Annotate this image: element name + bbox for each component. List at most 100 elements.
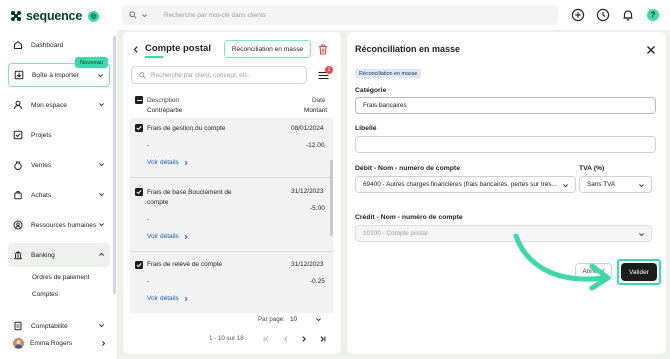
mode-tag: Réconciliation en masse <box>355 69 422 78</box>
title-underline <box>145 56 163 58</box>
sidebar-item-label: Dashboard <box>31 41 64 49</box>
bulk-reconcile-button[interactable]: Réconciliation en masse <box>224 40 311 58</box>
details-link[interactable]: Voir détails <box>147 159 189 166</box>
chevron-down-icon <box>639 233 644 237</box>
sidebar-subitem-comptes[interactable]: Comptes <box>32 291 58 298</box>
close-icon[interactable] <box>646 45 656 55</box>
check-icon <box>136 263 142 268</box>
sidebar-item-ventes[interactable]: Ventes <box>8 153 110 177</box>
account-search-input[interactable]: Recherche par client, concept, etc. <box>131 66 307 84</box>
details-link-label: Voir détails <box>147 159 179 166</box>
sidebar-item-mon-espace[interactable]: Mon espace <box>8 93 110 117</box>
global-search[interactable]: Recherche par mot-clé dans clients <box>122 5 558 25</box>
inbox-icon <box>14 70 24 80</box>
last-page-icon[interactable] <box>318 335 327 343</box>
shopping-bag-icon <box>14 191 22 200</box>
table-row[interactable]: Frais de relevé de compte 31/12/2023 - -… <box>130 253 333 313</box>
chevron-down-icon <box>639 184 644 188</box>
category-value: Frais bancaires <box>363 102 407 109</box>
sidebar-item-label: Banking <box>31 251 55 259</box>
bulk-reconcile-panel <box>347 32 666 354</box>
user-icon <box>14 100 22 110</box>
row-date: 08/01/2024 <box>291 125 324 132</box>
details-link[interactable]: Voir détails <box>147 295 189 302</box>
chevron-down-icon <box>99 193 104 197</box>
add-circle-icon[interactable] <box>571 8 585 22</box>
bank-icon <box>14 251 22 260</box>
chevron-right-icon <box>184 160 188 165</box>
tva-label: TVA (%) <box>579 165 605 172</box>
select-all-checkbox[interactable] <box>135 96 143 104</box>
brand-name: sequence <box>26 9 83 23</box>
row-amount: -5.00 <box>310 205 325 212</box>
tva-select[interactable]: Sans TVA <box>579 176 652 193</box>
row-checkbox[interactable] <box>135 188 143 196</box>
user-name: Emma Rogers <box>30 339 73 347</box>
sidebar-item-label: Ressources humaines <box>31 221 97 229</box>
home-icon <box>14 40 22 49</box>
bell-icon[interactable] <box>621 8 635 22</box>
help-icon[interactable]: ? <box>646 8 660 22</box>
libelle-input[interactable] <box>355 136 656 153</box>
sidebar-item-banking[interactable]: Banking <box>8 243 110 267</box>
prev-page-icon[interactable] <box>282 335 290 343</box>
pagination-range: 1 - 10 sur 18 <box>209 335 244 342</box>
chevron-down-icon <box>563 184 568 188</box>
row-date: 31/12/2023 <box>291 188 324 195</box>
per-page-select[interactable]: 10 <box>287 312 325 327</box>
sidebar-item-label: Boîte à importer <box>32 71 79 79</box>
row-checkbox[interactable] <box>135 261 143 269</box>
list-scrollbar[interactable] <box>330 160 333 236</box>
column-header-description: Description <box>147 97 179 104</box>
row-checkbox[interactable] <box>135 124 143 132</box>
avatar <box>13 337 24 349</box>
brand-logo[interactable]: sequence ◎ <box>10 8 110 24</box>
chevron-down-icon <box>98 74 103 78</box>
document-icon <box>14 321 22 331</box>
table-row[interactable]: Frais de base Bouclement de compte 31/12… <box>130 179 333 252</box>
account-search-placeholder: Recherche par client, concept, etc. <box>151 71 250 79</box>
user-circle-icon <box>13 220 23 230</box>
sidebar-subitem-ordres-de-paiement[interactable]: Ordres de paiement <box>32 274 89 281</box>
row-amount: -12.00 <box>306 142 325 149</box>
row-counterpart: - <box>147 142 150 149</box>
per-page-value: 10 <box>290 316 298 323</box>
column-header-counterpart: Contrepartie <box>147 107 183 114</box>
submit-button[interactable]: Valider <box>621 263 657 281</box>
debit-account-value: 69400 - Autres charges financières (frai… <box>363 181 557 188</box>
global-search-placeholder: Recherche par mot-clé dans clients <box>164 11 266 19</box>
per-page-label: Par page: <box>258 316 285 323</box>
back-arrow-icon[interactable] <box>132 45 140 54</box>
sidebar-item-label: Comptabilité <box>31 322 68 330</box>
row-description: Frais de gestion du compte <box>147 125 226 132</box>
table-row[interactable]: Frais de gestion du compte 08/01/2024 - … <box>130 118 333 178</box>
details-link[interactable]: Voir détails <box>147 233 189 240</box>
clock-icon[interactable] <box>596 8 610 22</box>
next-page-icon[interactable] <box>300 335 308 343</box>
sidebar-item-projets[interactable]: Projets <box>8 123 110 147</box>
page-title: Compte postal <box>145 43 211 54</box>
sidebar-item-achats[interactable]: Achats <box>8 183 110 207</box>
sidebar-scrollbar[interactable] <box>113 36 116 294</box>
row-description: Frais de base Bouclement de compte <box>147 189 232 206</box>
brand-badge-icon: ◎ <box>88 10 100 22</box>
sidebar-item-dashboard[interactable]: Dashboard <box>8 33 110 57</box>
check-icon <box>136 190 142 195</box>
chevron-down-icon <box>99 223 104 227</box>
chevron-down-icon <box>99 163 104 167</box>
sequence-logo-icon <box>11 11 21 21</box>
credit-account-label: Crédit - Nom - numéro de compte <box>355 214 463 221</box>
annotation-arrow-icon <box>513 233 611 291</box>
column-header-date: Date <box>312 97 326 104</box>
sidebar-item-ressources-humaines[interactable]: Ressources humaines <box>8 213 110 237</box>
check-icon <box>136 126 142 131</box>
chevron-down-icon[interactable] <box>141 12 148 19</box>
details-link-label: Voir détails <box>147 295 179 302</box>
chevron-right-icon <box>102 341 106 346</box>
user-menu[interactable]: Emma Rogers <box>8 334 112 352</box>
category-select[interactable]: Frais bancaires <box>355 97 656 114</box>
trash-icon[interactable] <box>318 44 328 55</box>
sidebar-item-label: Projets <box>31 131 52 139</box>
debit-account-select[interactable]: 69400 - Autres charges financières (frai… <box>355 176 576 193</box>
first-page-icon[interactable] <box>262 335 271 343</box>
